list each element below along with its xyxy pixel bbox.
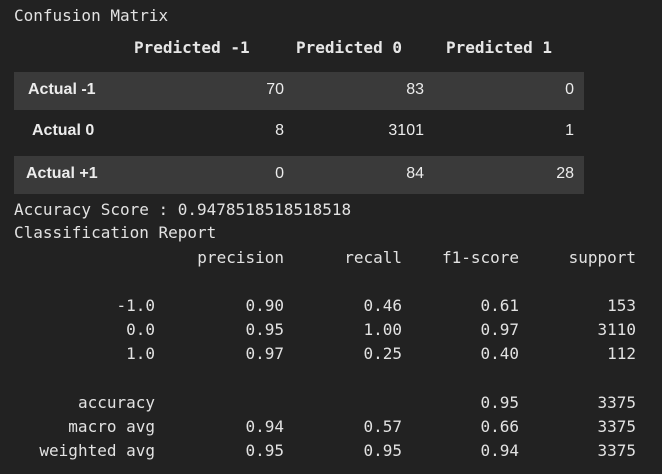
cm-cell: 1 bbox=[565, 122, 574, 139]
cm-row-label: Actual +1 bbox=[26, 165, 98, 182]
report-header-precision: precision bbox=[197, 248, 284, 267]
report-row-label: macro avg bbox=[68, 417, 155, 436]
accuracy-score-text: Accuracy Score : 0.9478518518518518 bbox=[14, 200, 352, 219]
cm-row-label: Actual 0 bbox=[32, 122, 95, 139]
cm-cell: 0 bbox=[565, 81, 574, 98]
cm-cell: 84 bbox=[406, 165, 424, 182]
cm-cell: 70 bbox=[266, 81, 284, 98]
report-precision: 0.95 bbox=[245, 320, 284, 339]
report-support: 3375 bbox=[597, 393, 636, 412]
report-header-recall: recall bbox=[344, 248, 402, 267]
report-f1: 0.66 bbox=[480, 417, 519, 436]
cm-cell: 8 bbox=[275, 122, 284, 139]
report-support: 3375 bbox=[597, 441, 636, 460]
report-f1: 0.61 bbox=[480, 296, 519, 315]
report-f1: 0.95 bbox=[480, 393, 519, 412]
report-precision: 0.90 bbox=[245, 296, 284, 315]
report-support: 3375 bbox=[597, 417, 636, 436]
report-recall: 0.46 bbox=[363, 296, 402, 315]
report-support: 112 bbox=[607, 344, 636, 363]
cm-cell: 0 bbox=[275, 165, 284, 182]
cm-row-actual-0: Actual 0 8 3101 1 bbox=[14, 113, 584, 151]
report-recall: 0.95 bbox=[363, 441, 402, 460]
cm-row-actual-neg1: Actual -1 70 83 0 bbox=[14, 72, 584, 110]
report-f1: 0.97 bbox=[480, 320, 519, 339]
cm-cell: 83 bbox=[406, 81, 424, 98]
cm-header-predicted-1: Predicted 1 bbox=[446, 38, 552, 57]
report-row-label: 1.0 bbox=[126, 344, 155, 363]
report-f1: 0.94 bbox=[480, 441, 519, 460]
report-row-label: 0.0 bbox=[126, 320, 155, 339]
report-precision: 0.94 bbox=[245, 417, 284, 436]
classification-report-title: Classification Report bbox=[14, 223, 217, 242]
report-header-support: support bbox=[568, 248, 636, 267]
cm-header-predicted-0: Predicted 0 bbox=[296, 38, 402, 57]
report-f1: 0.40 bbox=[480, 344, 519, 363]
report-row-label: accuracy bbox=[77, 393, 155, 412]
cm-cell: 28 bbox=[556, 165, 574, 182]
cm-row-label: Actual -1 bbox=[28, 81, 96, 98]
report-precision: 0.95 bbox=[245, 441, 284, 460]
confusion-matrix-title: Confusion Matrix bbox=[14, 6, 169, 25]
report-header-f1: f1-score bbox=[441, 248, 519, 267]
report-recall: 0.57 bbox=[363, 417, 402, 436]
report-recall: 0.25 bbox=[363, 344, 402, 363]
report-recall: 1.00 bbox=[363, 320, 402, 339]
report-support: 153 bbox=[607, 296, 636, 315]
report-support: 3110 bbox=[597, 320, 636, 339]
report-row-label: -1.0 bbox=[116, 296, 155, 315]
cm-cell: 3101 bbox=[388, 122, 424, 139]
cm-header-predicted-neg1: Predicted -1 bbox=[134, 38, 250, 57]
report-precision: 0.97 bbox=[245, 344, 284, 363]
cm-row-actual-pos1: Actual +1 0 84 28 bbox=[14, 156, 584, 194]
report-row-label: weighted avg bbox=[39, 441, 155, 460]
